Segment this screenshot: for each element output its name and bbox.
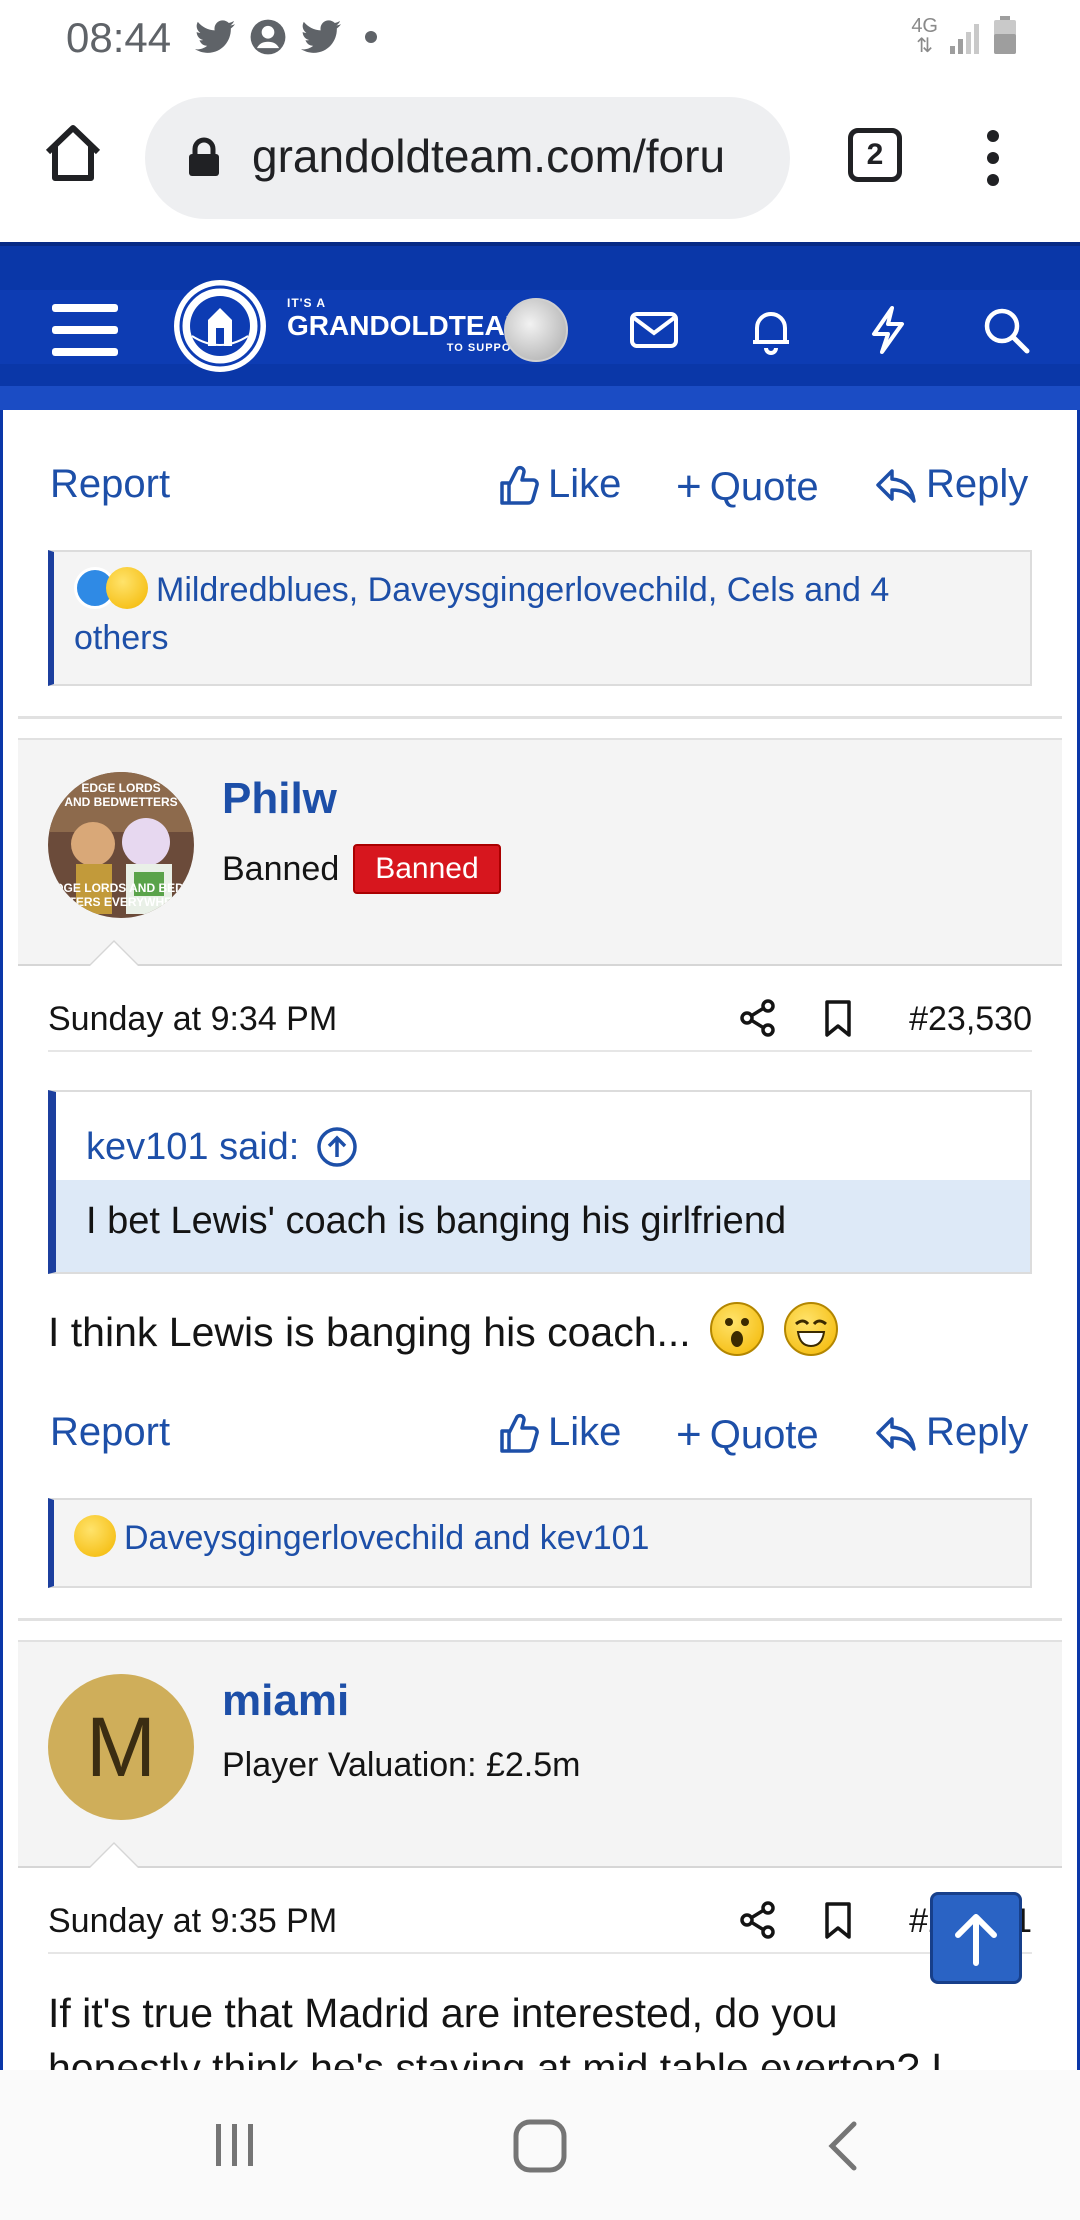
system-status: 4G ⇅: [911, 16, 1018, 56]
like-button[interactable]: Like: [496, 462, 621, 507]
plus-icon: +: [676, 1410, 702, 1459]
post-date-link[interactable]: Sunday at 9:35 PM: [48, 1902, 337, 1941]
tab-switcher-button[interactable]: 2: [848, 128, 902, 182]
reactions-summary[interactable]: Mildredblues, Daveysgingerlovechild, Cel…: [48, 550, 1032, 686]
site-header: IT'S A GRANDOLDTEAM TO SUPPORT: [0, 242, 1080, 410]
thumbs-up-icon: [500, 465, 539, 505]
quote-block: kev101 said: I bet Lewis' coach is bangi…: [48, 1090, 1032, 1274]
android-navigation-bar: [0, 2070, 1080, 2220]
quote-button[interactable]: + Quote: [676, 462, 819, 512]
user-avatar[interactable]: M: [48, 1674, 194, 1820]
scroll-to-top-button[interactable]: [930, 1892, 1022, 1984]
reactions-users[interactable]: Daveysgingerlovechild and kev101: [124, 1519, 649, 1557]
envelope-icon[interactable]: [628, 304, 680, 356]
user-avatar[interactable]: EDGE LORDS AND BEDWETTERS EDGE LORDS AND…: [48, 772, 194, 918]
club-crest-logo[interactable]: [174, 280, 266, 372]
account-icon: [250, 19, 286, 55]
post-date-link[interactable]: Sunday at 9:34 PM: [48, 1000, 337, 1039]
reply-button[interactable]: Reply: [874, 1410, 1028, 1455]
reply-button[interactable]: Reply: [874, 462, 1028, 507]
arrow-up-icon: [955, 1914, 997, 1966]
post-actions: Report Like + Quote Reply: [50, 456, 1030, 516]
reply-arrow-icon: [876, 1416, 916, 1451]
notification-dot-icon: [365, 31, 377, 43]
post-meta: Sunday at 9:34 PM #23,530: [48, 992, 1032, 1052]
reply-arrow-icon: [876, 468, 916, 503]
report-link[interactable]: Report: [50, 1410, 170, 1455]
quote-text: I bet Lewis' coach is banging his girlfr…: [56, 1180, 1030, 1272]
status-bar: 08:44 4G ⇅: [0, 0, 1080, 76]
plus-icon: +: [676, 462, 702, 511]
bookmark-icon[interactable]: [818, 998, 858, 1038]
home-icon[interactable]: [40, 120, 106, 186]
user-title: Banned Banned: [222, 844, 501, 894]
status-time: 08:44: [66, 14, 172, 61]
home-nav-icon[interactable]: [512, 2118, 568, 2174]
lightning-icon[interactable]: [862, 304, 914, 356]
data-arrows-icon: ⇅: [916, 35, 934, 57]
thumbs-up-icon: [500, 1413, 539, 1453]
twitter-icon: [301, 20, 341, 53]
jump-to-quote-icon[interactable]: [315, 1125, 359, 1169]
post-message: I think Lewis is banging his coach...: [48, 1302, 838, 1356]
thread-content: Report Like + Quote Reply Mildredblues, …: [0, 410, 1080, 2070]
laugh-reaction-icon: [106, 567, 148, 609]
bell-icon[interactable]: [745, 304, 797, 356]
recent-apps-icon[interactable]: [210, 2120, 260, 2170]
reactions-summary[interactable]: Daveysgingerlovechild and kev101: [48, 1498, 1032, 1588]
username-link[interactable]: Philw: [222, 774, 337, 824]
laughing-emoji-icon: [783, 1302, 838, 1356]
reactions-users[interactable]: Mildredblues, Daveysgingerlovechild, Cel…: [156, 571, 889, 609]
back-icon[interactable]: [822, 2118, 862, 2174]
quote-header[interactable]: kev101 said:: [56, 1092, 1030, 1180]
quote-button[interactable]: + Quote: [676, 1410, 819, 1460]
hamburger-menu-icon[interactable]: [52, 304, 118, 356]
post-author-header: M miami Player Valuation: £2.5m: [18, 1640, 1062, 1868]
site-logo-text[interactable]: IT'S A GRANDOLDTEAM TO SUPPORT: [287, 296, 528, 354]
report-link[interactable]: Report: [50, 462, 170, 507]
like-button[interactable]: Like: [496, 1410, 621, 1455]
twitter-icon: [195, 20, 235, 53]
bookmark-icon[interactable]: [818, 1900, 858, 1940]
quote-author[interactable]: kev101 said:: [86, 1126, 299, 1169]
post-actions: Report Like + Quote Reply: [50, 1404, 1030, 1464]
browser-toolbar: grandoldteam.com/foru 2: [0, 76, 1080, 242]
post-message: If it's true that Madrid are interested,…: [48, 1990, 943, 2070]
user-avatar[interactable]: [504, 298, 568, 362]
username-link[interactable]: miami: [222, 1676, 349, 1726]
avatar-caption: AND BEDWETTERS: [64, 795, 177, 809]
signal-icon: [950, 24, 979, 54]
share-icon[interactable]: [738, 1900, 778, 1940]
network-indicator: 4G ⇅: [911, 15, 938, 57]
battery-icon: [994, 16, 1016, 54]
banned-badge: Banned: [353, 844, 501, 894]
post-number-link[interactable]: #23,530: [909, 1000, 1032, 1039]
share-icon[interactable]: [738, 998, 778, 1038]
reactions-others[interactable]: others: [74, 619, 169, 657]
avatar-caption: ETTERS EVERYWHERE: [53, 895, 189, 909]
post-meta: Sunday at 9:35 PM #23,531: [48, 1894, 1032, 1954]
avatar-caption: EDGE LORDS: [81, 781, 160, 795]
post-author-header: EDGE LORDS AND BEDWETTERS EDGE LORDS AND…: [18, 738, 1062, 966]
notification-icons: [195, 18, 377, 56]
laugh-reaction-icon: [74, 1515, 116, 1557]
url-text[interactable]: grandoldteam.com/foru: [252, 129, 725, 183]
user-title: Player Valuation: £2.5m: [222, 1746, 581, 1784]
browser-menu-icon[interactable]: [985, 130, 1001, 190]
surprised-emoji-icon: [710, 1302, 765, 1356]
address-bar[interactable]: grandoldteam.com/foru: [145, 97, 790, 219]
lock-icon: [189, 137, 219, 176]
avatar-caption: EDGE LORDS AND BEDW: [48, 881, 194, 895]
search-icon[interactable]: [980, 304, 1032, 356]
